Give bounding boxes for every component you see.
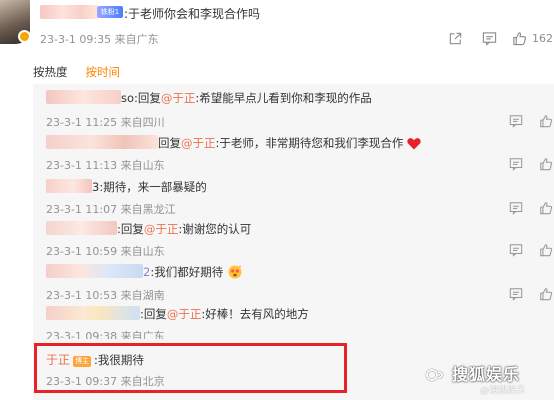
comment-icon bbox=[509, 158, 523, 171]
mention-link[interactable]: @于正 bbox=[161, 91, 196, 105]
like-count: 162 bbox=[532, 31, 553, 45]
comment-button[interactable] bbox=[482, 30, 497, 46]
comment-meta: 23-3-1 09:35 来自广东 bbox=[40, 33, 159, 46]
reply-comment-button[interactable] bbox=[509, 156, 523, 171]
blurred-username[interactable] bbox=[46, 221, 117, 235]
reply-like-button[interactable] bbox=[539, 200, 553, 215]
reply-like-button[interactable] bbox=[539, 242, 553, 257]
like-button[interactable]: 162 bbox=[512, 30, 553, 46]
reply-comment-button[interactable] bbox=[509, 286, 523, 301]
blurred-username[interactable] bbox=[40, 5, 98, 19]
comment-icon bbox=[509, 244, 523, 257]
reply-text: 回复@于正:于老师，非常期待您和我们李现合作 bbox=[158, 135, 421, 151]
author-name[interactable]: 于正 bbox=[46, 353, 70, 367]
reply-like-button[interactable] bbox=[539, 113, 553, 128]
thumbs-up-icon bbox=[540, 202, 553, 215]
comment-icon bbox=[509, 202, 523, 215]
comment-icon bbox=[509, 115, 523, 128]
fan-badge: 铁粉1 bbox=[97, 6, 123, 18]
reply-comment-button[interactable] bbox=[509, 242, 523, 257]
thumbs-up-icon bbox=[540, 115, 553, 128]
blurred-username[interactable] bbox=[46, 179, 92, 193]
author-badge: 博主 bbox=[73, 356, 92, 367]
comment-icon bbox=[482, 31, 497, 46]
heart-emoji-icon bbox=[407, 138, 421, 150]
share-button[interactable] bbox=[448, 30, 463, 46]
reply-comment-button[interactable] bbox=[509, 200, 523, 215]
blurred-username[interactable] bbox=[46, 90, 121, 104]
blurred-username[interactable] bbox=[46, 306, 140, 320]
mention-link[interactable]: @于正 bbox=[181, 136, 216, 150]
watermark-brand: 搜狐娱乐 bbox=[452, 365, 521, 384]
tab-by-time[interactable]: 按时间 bbox=[86, 64, 121, 82]
blurred-username[interactable] bbox=[46, 135, 158, 149]
reply-like-button[interactable] bbox=[539, 156, 553, 171]
reply-text: :回复@于正:好棒！去有风的地方 bbox=[140, 307, 309, 321]
reply-meta: 23-3-1 10:53 来自湖南 bbox=[46, 289, 165, 302]
comment-icon bbox=[509, 288, 523, 301]
reply-like-button[interactable] bbox=[539, 286, 553, 301]
reply-meta: 23-3-1 10:59 来自山东 bbox=[46, 245, 165, 258]
author-reply-text: 于正 博主:我很期待 bbox=[46, 353, 144, 367]
mention-link[interactable]: @于正 bbox=[167, 307, 202, 321]
thumbs-up-icon bbox=[540, 158, 553, 171]
excited-emoji-icon bbox=[228, 265, 242, 279]
reply-text: so:回复@于正:希望能早点儿看到你和李现的作品 bbox=[121, 91, 372, 105]
top-comment: 铁粉1 :于老师你会和李现合作吗 23-3-1 09:35 来自广东 162 bbox=[0, 0, 554, 58]
reply-meta: 23-3-1 11:07 来自黑龙江 bbox=[46, 203, 176, 216]
watermark: 搜狐娱乐 @搜狐娱乐 bbox=[424, 361, 548, 396]
thumbs-up-icon bbox=[513, 31, 527, 45]
comment-text: :于老师你会和李现合作吗 bbox=[124, 7, 261, 21]
share-icon bbox=[449, 32, 462, 44]
reply-meta: 23-3-1 11:25 来自四川 bbox=[46, 116, 165, 129]
reply-comment-button[interactable] bbox=[509, 113, 523, 128]
sort-tabs: 按热度 按时间 bbox=[33, 64, 120, 82]
blurred-username[interactable] bbox=[46, 264, 143, 278]
reply-text: :回复@于正:谢谢您的认可 bbox=[117, 222, 252, 236]
reply-text: 2:我们都好期待 bbox=[143, 264, 243, 280]
thumbs-up-icon bbox=[540, 244, 553, 257]
sohu-logo-icon bbox=[425, 368, 444, 382]
reply-meta: 23-3-1 11:13 来自山东 bbox=[46, 159, 165, 172]
tab-by-hot[interactable]: 按热度 bbox=[33, 64, 68, 82]
watermark-handle: @搜狐娱乐 bbox=[480, 386, 526, 396]
thumbs-up-icon bbox=[540, 288, 553, 301]
reply-text: 3:期待，来一部暴疑的 bbox=[92, 180, 207, 194]
author-reply-meta: 23-3-1 09:37 来自北京 bbox=[46, 375, 165, 388]
reply-meta: 23-3-1 09:38 来自广东 bbox=[46, 330, 165, 339]
mention-link[interactable]: @于正 bbox=[144, 222, 179, 236]
verified-icon bbox=[18, 30, 31, 43]
